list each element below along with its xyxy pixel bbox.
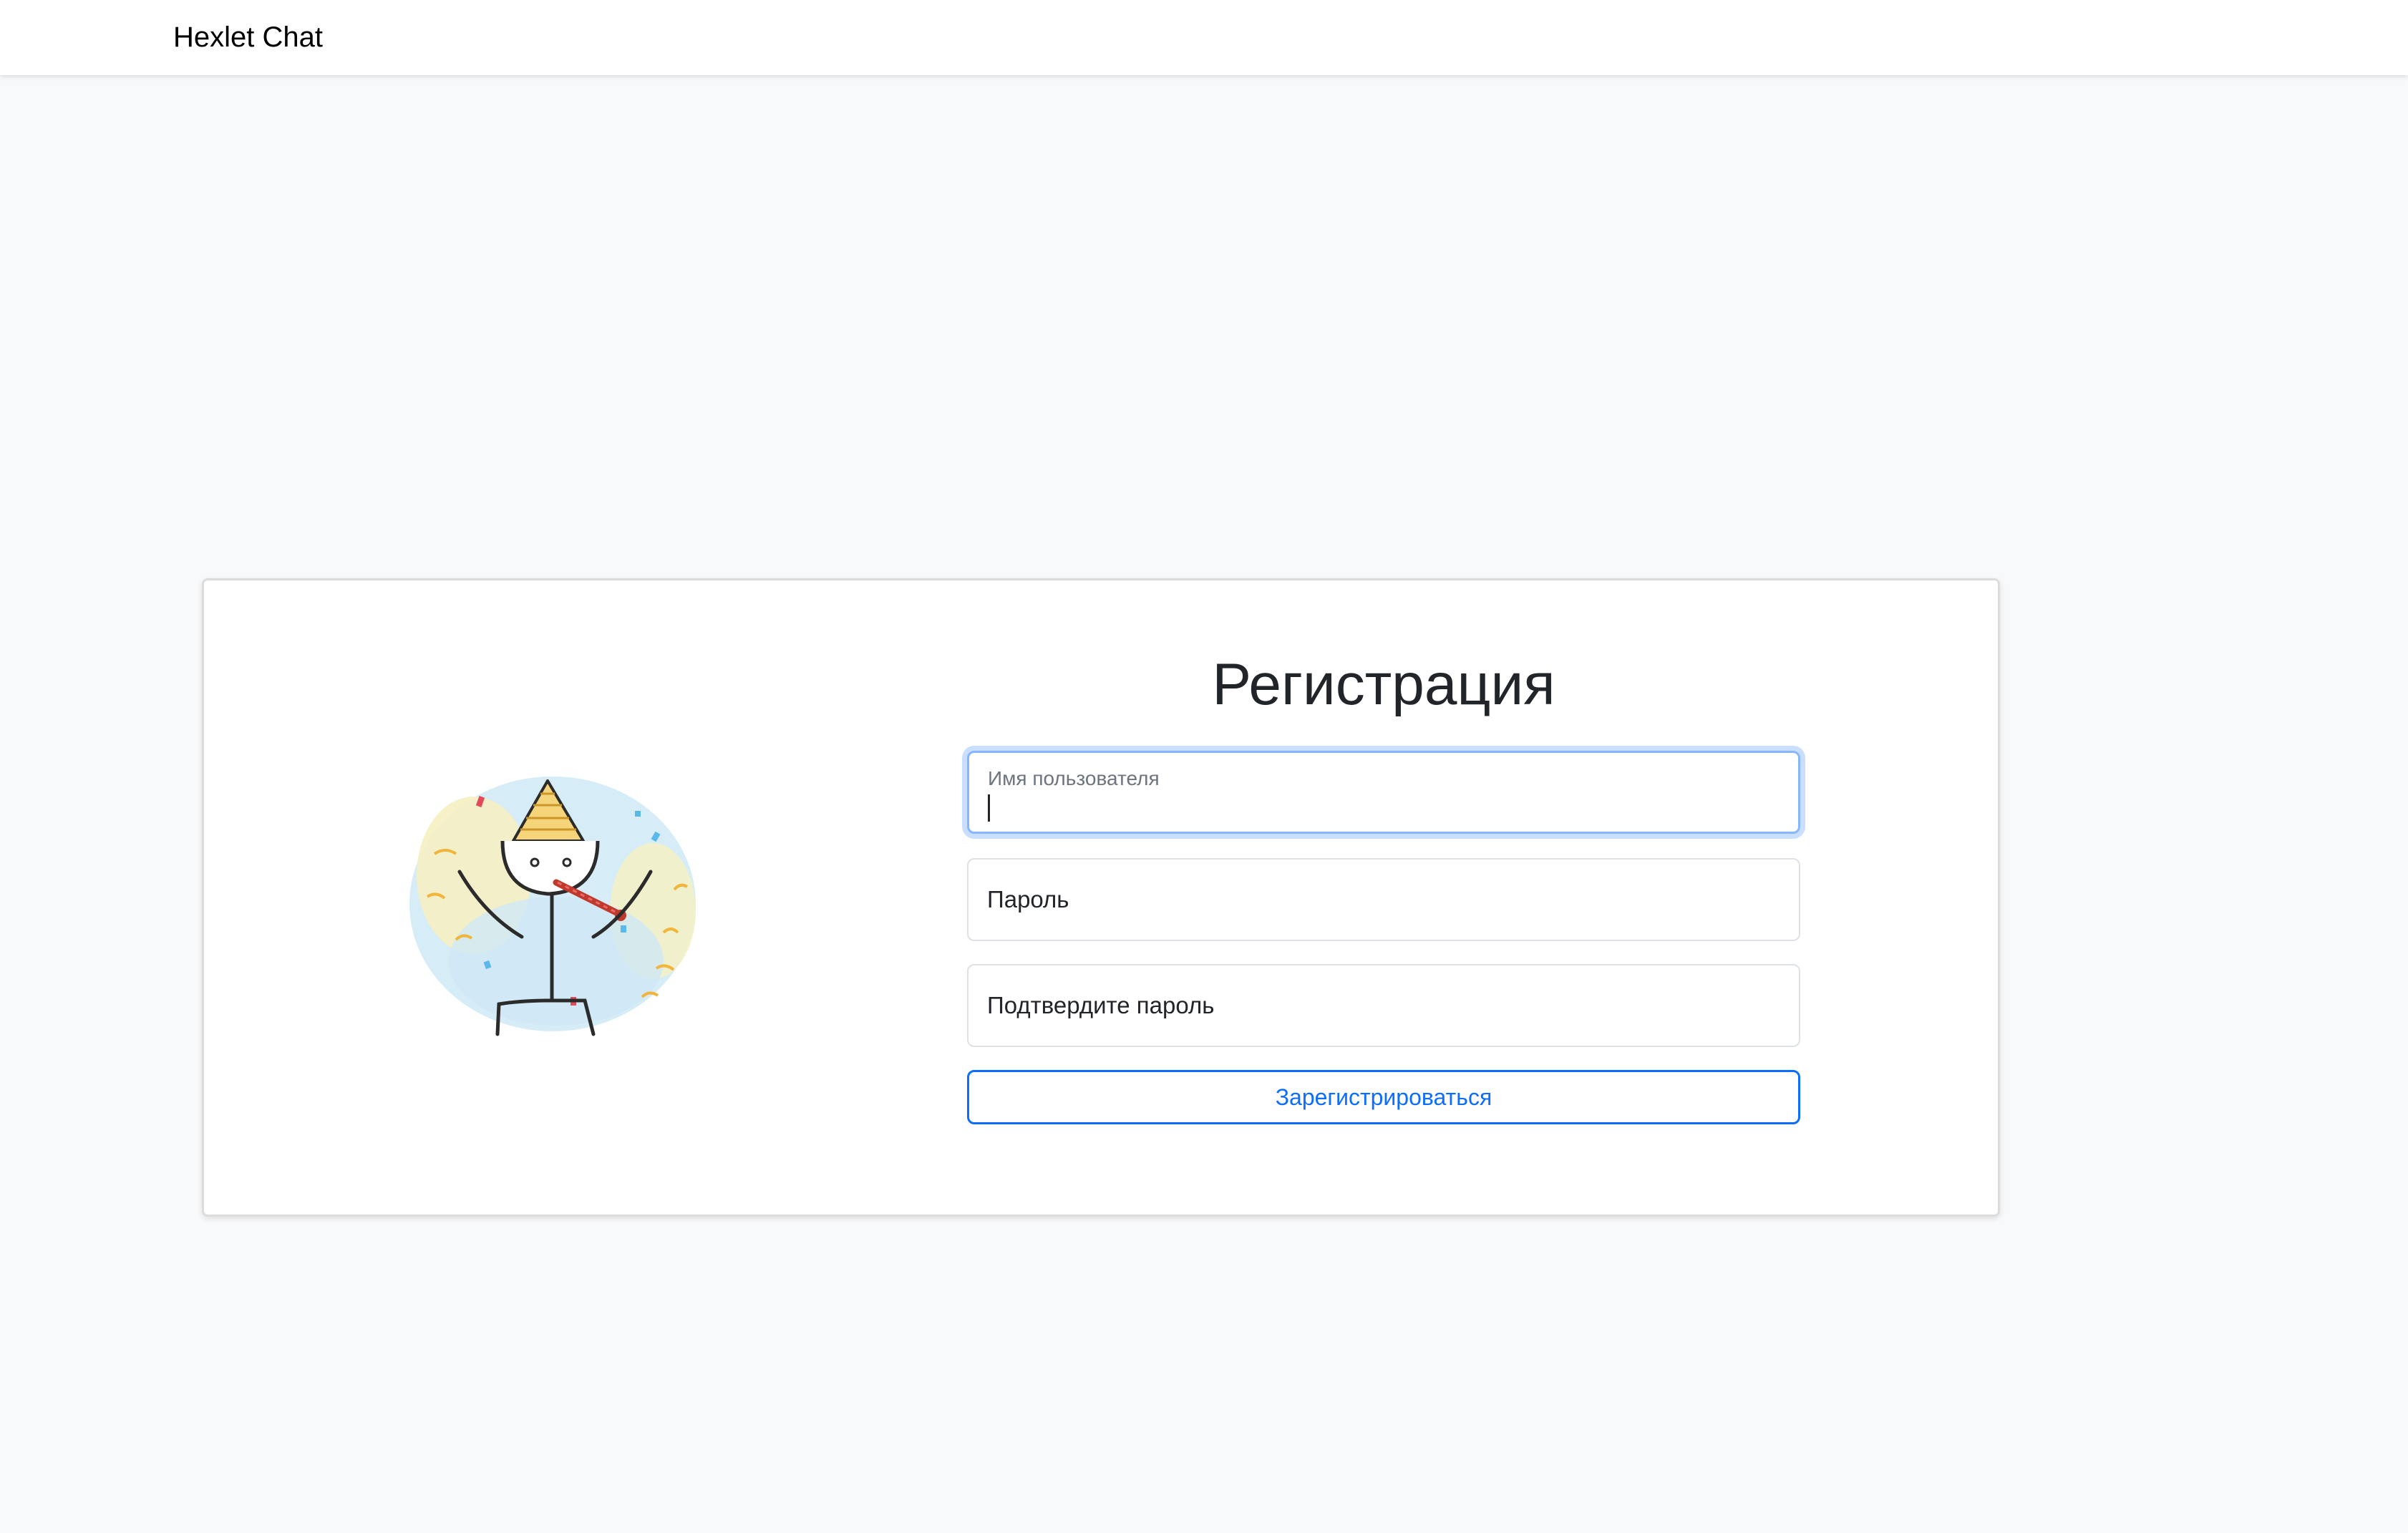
brand-link[interactable]: Hexlet Chat — [173, 19, 323, 56]
page-title: Регистрация — [1212, 652, 1555, 717]
text-caret — [988, 794, 990, 822]
signup-card: Регистрация Имя пользователя Пароль Подт… — [202, 578, 2000, 1217]
username-label: Имя пользователя — [988, 767, 1160, 789]
register-button[interactable]: Зарегистрироваться — [967, 1070, 1800, 1124]
confirm-password-field[interactable]: Подтвердите пароль — [967, 964, 1800, 1047]
password-label: Пароль — [987, 886, 1069, 912]
top-navbar: Hexlet Chat — [0, 0, 2408, 75]
signup-form: Регистрация Имя пользователя Пароль Подт… — [967, 580, 1800, 1219]
party-stickman-icon — [409, 777, 696, 1036]
username-field[interactable]: Имя пользователя — [967, 751, 1800, 834]
confirm-password-label: Подтвердите пароль — [987, 992, 1215, 1018]
password-field[interactable]: Пароль — [967, 858, 1800, 941]
